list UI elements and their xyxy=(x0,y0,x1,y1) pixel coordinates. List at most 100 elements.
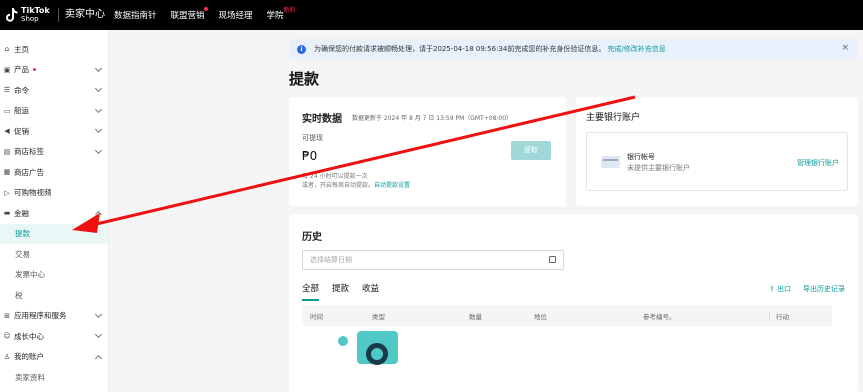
history-tabs: 全部 提款 收益 xyxy=(302,282,379,301)
sidebar-item-home[interactable]: ⌂ 主页 xyxy=(0,39,108,60)
close-icon[interactable]: × xyxy=(841,43,849,53)
promotion-icon: ◀ xyxy=(4,127,10,136)
nav-live-manager[interactable]: 现场经理 xyxy=(219,9,253,21)
sidebar-item-label: 主页 xyxy=(14,44,29,54)
sidebar-item-label: 商店广告 xyxy=(14,167,44,177)
export-label: 出口 xyxy=(777,285,791,293)
sidebar-item-finance[interactable]: ▬ 金融 xyxy=(0,203,108,224)
history-title: 历史 xyxy=(302,232,322,243)
nav-label: 联盟营销 xyxy=(170,11,205,21)
sidebar-item-orders[interactable]: ☰ 命令 xyxy=(0,80,108,101)
withdraw-frequency-note: 每 24 小时可以提款一次 xyxy=(302,173,368,180)
nav-academy[interactable]: 学院 新的 xyxy=(266,7,296,21)
finance-icon: ▬ xyxy=(3,209,11,218)
sidebar-item-product[interactable]: ▣ 产品 xyxy=(0,60,108,81)
tab-earnings[interactable]: 收益 xyxy=(362,282,379,301)
notification-dot xyxy=(203,7,208,11)
withdrawable-amount: ₱0 xyxy=(302,149,318,163)
notification-dot xyxy=(33,68,36,72)
order-icon: ☰ xyxy=(3,86,11,95)
complete-info-link[interactable]: 完成/修改补充信息 xyxy=(607,44,665,54)
chevron-down-icon xyxy=(94,125,103,134)
sidebar-subitem-invoice-center[interactable]: 发票中心 xyxy=(0,265,108,286)
auto-withdraw-settings-link[interactable]: 自动提款设置 xyxy=(374,182,410,189)
seller-center-title[interactable]: 卖家中心 xyxy=(58,8,114,22)
chevron-up-icon xyxy=(94,210,103,219)
empty-state-ring xyxy=(366,343,388,365)
bank-card-icon xyxy=(601,156,620,168)
empty-state-illustration xyxy=(357,329,398,365)
brand-line1: TikTok xyxy=(21,6,50,15)
chevron-down-icon xyxy=(94,330,103,339)
sidebar-item-store-tag[interactable]: ▤ 商店标签 xyxy=(0,142,108,163)
chevron-down-icon xyxy=(94,310,103,318)
auto-withdraw-note: 或者，开启每周自动提款。自动提款设置 xyxy=(302,180,410,189)
chevron-up-icon xyxy=(94,354,103,362)
sidebar-item-shoppable-video[interactable]: ▷ 可购物视频 xyxy=(0,183,108,204)
date-placeholder: 选择结算日期 xyxy=(310,256,352,264)
store-ads-icon: ▦ xyxy=(3,168,11,177)
tiktok-logo-icon xyxy=(6,8,18,22)
sidebar-item-shipping[interactable]: ▭ 船运 xyxy=(0,101,108,122)
chevron-down-icon xyxy=(94,64,103,72)
brand-line2: Shop xyxy=(21,15,39,23)
nav-label: 现场经理 xyxy=(218,11,253,21)
bank-account-status: 未提供主要银行账户 xyxy=(627,164,690,172)
realtime-updated: 数据更新于 2024 年 8 月 7 日 13:59 PM（GMT+08:00） xyxy=(352,115,513,122)
top-nav: 数据指南针 联盟营销 现场经理 学院 新的 xyxy=(114,7,296,21)
info-icon: i xyxy=(297,44,306,54)
tab-all[interactable]: 全部 xyxy=(302,282,320,301)
product-icon: ▣ xyxy=(3,65,11,74)
bank-account-box: 银行帐号 未提供主要银行账户 管理银行账户 xyxy=(586,132,848,191)
tiktok-shop-logo[interactable]: TikTok Shop xyxy=(0,0,56,30)
sidebar-item-label: 我的账户 xyxy=(14,352,44,362)
sidebar: ⌂ 主页 ▣ 产品 ☰ 命令 ▭ 船运 ◀ 促销 ▤ 商店标签 ▦ 商店广告 ▷… xyxy=(0,30,109,392)
settlement-date-picker[interactable]: 选择结算日期 xyxy=(302,250,564,270)
sidebar-item-my-account[interactable]: ♙ 我的账户 xyxy=(0,347,108,368)
nav-label: 学院 xyxy=(266,11,284,21)
export-button[interactable]: ⇪ 出口 xyxy=(769,284,791,294)
page-title: 提款 xyxy=(289,70,320,88)
auto-withdraw-text: 或者，开启每周自动提款。 xyxy=(302,182,375,189)
tab-withdrawals[interactable]: 提款 xyxy=(332,282,349,301)
column-header-action: 行动 xyxy=(769,311,789,321)
sidebar-item-label: 命令 xyxy=(14,85,29,95)
sidebar-subitem-tax[interactable]: 税 xyxy=(0,285,108,306)
sidebar-item-label: 应用程序和服务 xyxy=(14,311,67,321)
realtime-data-card: 实时数据 数据更新于 2024 年 8 月 7 日 13:59 PM（GMT+0… xyxy=(289,97,566,206)
sidebar-item-apps-services[interactable]: ⊞ 应用程序和服务 xyxy=(0,306,108,327)
column-header-type: 类型 xyxy=(372,313,385,321)
history-actions: ⇪ 出口 导出历史记录 xyxy=(769,284,845,294)
sidebar-item-store-ads[interactable]: ▦ 商店广告 xyxy=(0,162,108,183)
home-icon: ⌂ xyxy=(4,45,10,54)
nav-affiliate[interactable]: 联盟营销 xyxy=(170,7,208,21)
apps-icon: ⊞ xyxy=(4,311,10,320)
sidebar-item-label: 船运 xyxy=(14,106,29,116)
video-icon: ▷ xyxy=(4,188,10,197)
brand-text: TikTok Shop xyxy=(21,6,50,24)
nav-data-compass[interactable]: 数据指南针 xyxy=(114,9,157,21)
column-header-reference: 参考编号。 xyxy=(643,313,676,321)
shipping-icon: ▭ xyxy=(3,106,11,115)
history-table-header: 时间 类型 数量 地位 参考编号。 行动 xyxy=(302,305,832,326)
export-history-button[interactable]: 导出历史记录 xyxy=(803,284,845,294)
sidebar-subitem-transactions[interactable]: 交易 xyxy=(0,244,108,265)
export-icon: ⇪ xyxy=(768,285,777,293)
history-card: 历史 选择结算日期 全部 提款 收益 ⇪ 出口 导出历史记录 时间 类型 数量 … xyxy=(289,214,858,392)
bank-account-card: 主要银行账户 银行帐号 未提供主要银行账户 管理银行账户 xyxy=(576,97,858,206)
sidebar-item-label: 可购物视频 xyxy=(14,188,52,198)
new-badge: 新的 xyxy=(283,7,296,14)
realtime-title: 实时数据 xyxy=(302,114,342,125)
sidebar-subitem-withdraw[interactable]: 提款 xyxy=(0,223,108,244)
nav-label: 数据指南针 xyxy=(114,11,157,21)
bank-account-name: 银行帐号 xyxy=(627,153,655,161)
column-header-status: 地位 xyxy=(534,313,547,321)
chevron-down-icon xyxy=(94,146,103,154)
withdrawable-label: 可提现 xyxy=(302,134,323,142)
sidebar-item-promotion[interactable]: ◀ 促销 xyxy=(0,121,108,142)
sidebar-subitem-seller-profile[interactable]: 卖家资料 xyxy=(0,367,108,388)
sidebar-item-growth-center[interactable]: ☺ 成长中心 xyxy=(0,326,108,347)
empty-state-dot xyxy=(338,336,348,346)
manage-bank-account-link[interactable]: 管理银行账户 xyxy=(797,158,839,168)
withdraw-button[interactable]: 提取 xyxy=(511,141,551,160)
